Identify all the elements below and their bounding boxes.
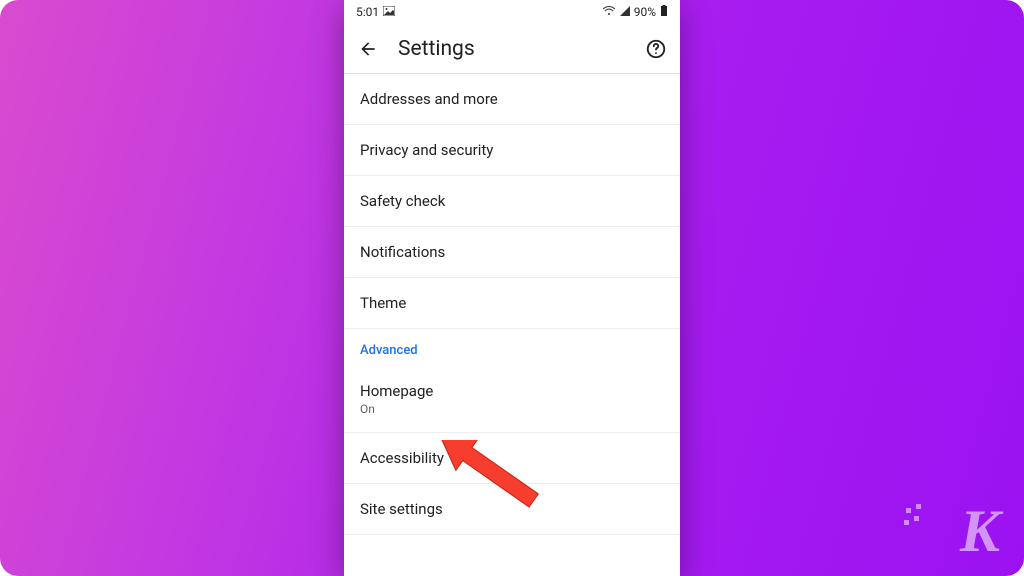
back-button[interactable] — [356, 37, 380, 61]
battery-text: 90% — [634, 5, 656, 19]
row-label: Privacy and security — [360, 141, 664, 159]
wifi-icon — [602, 5, 616, 19]
row-site-settings[interactable]: Site settings — [344, 484, 680, 535]
row-safety[interactable]: Safety check — [344, 176, 680, 227]
watermark-dots — [904, 504, 934, 538]
battery-icon — [660, 5, 668, 20]
title-bar: Settings — [344, 24, 680, 74]
row-label: Site settings — [360, 500, 664, 518]
section-advanced: Advanced — [344, 329, 680, 366]
watermark-k-icon: K — [960, 497, 998, 566]
settings-list: Addresses and more Privacy and security … — [344, 74, 680, 535]
row-theme[interactable]: Theme — [344, 278, 680, 329]
row-label: Safety check — [360, 192, 664, 210]
row-label: Homepage — [360, 382, 664, 400]
help-button[interactable] — [644, 37, 668, 61]
status-bar: 5:01 90% — [344, 0, 680, 24]
row-label: Notifications — [360, 243, 664, 261]
row-notifications[interactable]: Notifications — [344, 227, 680, 278]
background: 5:01 90% Settin — [0, 0, 1024, 576]
row-homepage[interactable]: Homepage On — [344, 366, 680, 433]
page-title: Settings — [398, 37, 626, 61]
row-privacy[interactable]: Privacy and security — [344, 125, 680, 176]
row-addresses[interactable]: Addresses and more — [344, 74, 680, 125]
row-accessibility[interactable]: Accessibility — [344, 433, 680, 484]
row-label: Theme — [360, 294, 664, 312]
help-icon — [645, 38, 667, 60]
row-label: Accessibility — [360, 449, 664, 467]
picture-icon — [383, 5, 395, 19]
row-label: Addresses and more — [360, 90, 664, 108]
signal-icon — [620, 5, 630, 19]
row-sublabel: On — [360, 402, 664, 416]
phone-frame: 5:01 90% Settin — [344, 0, 680, 576]
arrow-left-icon — [358, 39, 378, 59]
status-time: 5:01 — [356, 5, 379, 19]
